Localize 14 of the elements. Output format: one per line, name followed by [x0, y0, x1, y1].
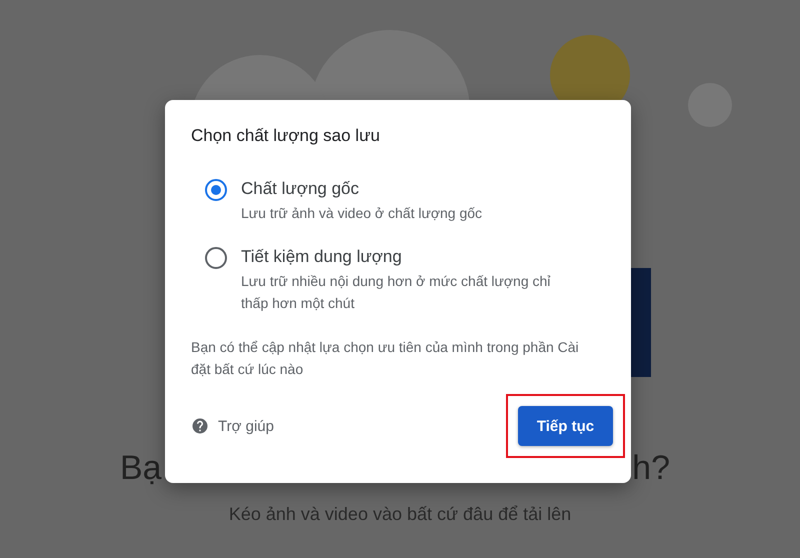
help-link[interactable]: Trợ giúp — [191, 417, 274, 435]
continue-button[interactable]: Tiếp tục — [518, 406, 613, 446]
heading-fragment: Bạ — [120, 448, 162, 489]
settings-note: Bạn có thể cập nhật lựa chọn ưu tiên của mình trong phần Cài đặt bất cứ lúc nào — [191, 338, 580, 379]
heading-fragment: h? — [632, 448, 670, 489]
option-description: Lưu trữ ảnh và video ở chất lượng gốc — [241, 204, 484, 223]
radio-button[interactable] — [205, 179, 227, 201]
radio-button[interactable] — [205, 247, 227, 269]
option-description: Lưu trữ nhiều nội dung hơn ở mức chất lượng chỉ thấp hơn một chút — [241, 272, 552, 313]
option-label: Tiết kiệm dung lượng — [241, 246, 403, 268]
option-label: Chất lượng gốc — [241, 178, 360, 200]
dialog-title: Chọn chất lượng sao lưu — [191, 126, 381, 146]
help-icon — [191, 417, 209, 435]
upload-hint: Kéo ảnh và video vào bất cứ đâu để tải lên — [228, 504, 572, 525]
